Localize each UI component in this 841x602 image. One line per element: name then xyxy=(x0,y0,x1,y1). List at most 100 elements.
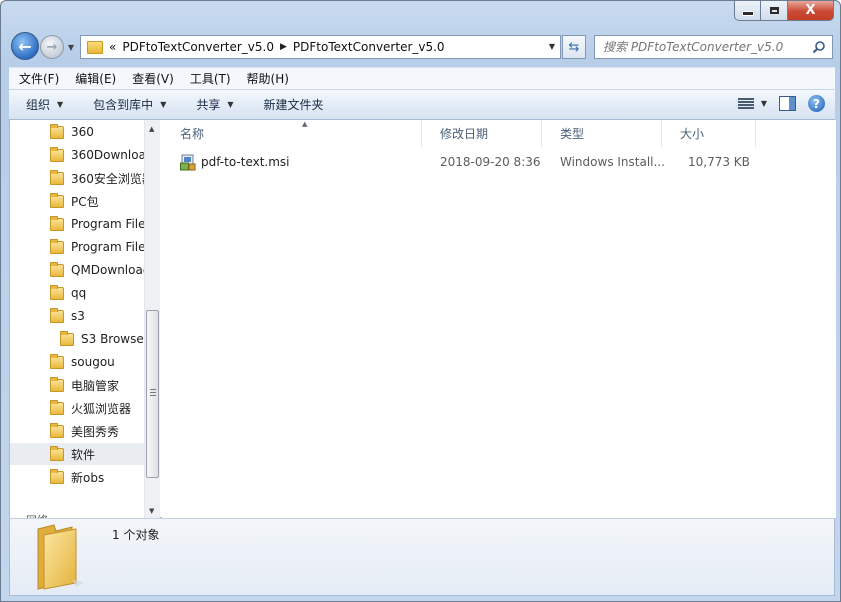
file-modified: 2018-09-20 8:36 xyxy=(440,155,541,169)
grip-icon xyxy=(150,389,156,397)
folder-icon xyxy=(50,146,64,162)
help-icon[interactable]: ? xyxy=(808,95,825,112)
maximize-button[interactable] xyxy=(761,1,788,21)
minimize-icon xyxy=(741,11,754,16)
folder-icon xyxy=(50,376,64,392)
minimize-button[interactable] xyxy=(734,1,761,21)
scroll-down-icon[interactable]: ▼ xyxy=(149,507,154,515)
tree-item[interactable]: PC包 xyxy=(10,190,146,212)
tree-item-label: 电脑管家 xyxy=(71,378,120,393)
back-button[interactable]: ← xyxy=(11,32,39,60)
details-view-icon xyxy=(737,97,754,110)
preview-pane-icon[interactable] xyxy=(779,96,796,111)
tree-item[interactable]: 软件 xyxy=(10,443,146,465)
tree-item[interactable]: qq xyxy=(10,282,146,304)
tree-item-label: Program Files xyxy=(71,217,146,231)
chevron-down-icon: ▼ xyxy=(160,100,167,109)
folder-icon xyxy=(87,40,103,54)
folder-icon xyxy=(50,468,64,484)
tree-item[interactable]: Program Files xyxy=(10,213,146,235)
tree-item-label: 火狐浏览器 xyxy=(71,401,132,416)
tree-item-label: 360安全浏览器下载 xyxy=(71,171,146,186)
tree-item[interactable]: 美图秀秀 xyxy=(10,420,146,442)
chevron-down-icon: ▼ xyxy=(67,42,75,52)
file-type: Windows Install... xyxy=(560,155,665,169)
column-header-modified[interactable]: 修改日期 xyxy=(422,120,542,147)
tree-item[interactable]: Program Files (x86) xyxy=(10,236,146,258)
column-type-label: 类型 xyxy=(560,127,585,141)
share-button[interactable]: 共享 ▼ xyxy=(196,96,233,113)
table-row[interactable]: pdf-to-text.msi 2018-09-20 8:36 Windows … xyxy=(162,153,836,173)
address-bar[interactable]: « PDFtoTextConverter_v5.0 ▶ PDFtoTextCon… xyxy=(80,35,561,59)
share-label: 共享 xyxy=(196,98,221,112)
change-view-button[interactable]: ▼ xyxy=(737,97,767,110)
tree-item[interactable]: 360 xyxy=(10,121,146,143)
content-area: 360 360Downloads 360安全浏览器下载 PC包 Program File… xyxy=(9,120,836,518)
tree-item-label: 360 xyxy=(71,125,94,139)
close-button[interactable]: X xyxy=(788,1,834,21)
breadcrumb-item[interactable]: PDFtoTextConverter_v5.0 xyxy=(122,40,274,54)
breadcrumb-item[interactable]: PDFtoTextConverter_v5.0 xyxy=(293,40,445,54)
navigation-scrollbar[interactable]: ▲ ▼ xyxy=(144,120,160,518)
msi-installer-icon xyxy=(180,154,196,171)
breadcrumb-overflow[interactable]: « xyxy=(109,40,116,54)
forward-arrow-icon: → xyxy=(46,39,58,55)
column-header-name[interactable]: 名称 xyxy=(162,120,422,147)
folder-icon xyxy=(50,215,64,231)
tree-item[interactable]: 火狐浏览器 xyxy=(10,397,146,419)
menu-file[interactable]: 文件(F) xyxy=(19,70,59,87)
tree-item[interactable]: 360安全浏览器下载 xyxy=(10,167,146,189)
refresh-button[interactable]: ⇆ xyxy=(562,35,586,59)
chevron-down-icon: ▼ xyxy=(760,99,767,108)
folder-icon xyxy=(50,169,64,185)
include-in-library-button[interactable]: 包含到库中 ▼ xyxy=(93,96,166,113)
column-size-label: 大小 xyxy=(680,127,705,141)
breadcrumb: « PDFtoTextConverter_v5.0 ▶ PDFtoTextCon… xyxy=(109,40,445,54)
command-bar: 组织 ▼ 包含到库中 ▼ 共享 ▼ 新建文件夹 ▼ ? xyxy=(9,89,835,120)
column-header-size[interactable]: 大小 xyxy=(662,120,756,147)
tree-item[interactable]: sougou xyxy=(10,351,146,373)
tree-item[interactable]: S3 Browser xyxy=(10,328,146,350)
recent-pages-dropdown[interactable]: ▼ xyxy=(65,41,77,53)
folder-icon xyxy=(50,261,64,277)
menu-help[interactable]: 帮助(H) xyxy=(247,70,289,87)
menu-view[interactable]: 查看(V) xyxy=(132,70,174,87)
search-icon[interactable] xyxy=(812,40,826,54)
folder-icon xyxy=(50,422,64,438)
new-folder-button[interactable]: 新建文件夹 xyxy=(264,96,324,113)
tree-item-label: qq xyxy=(71,286,87,300)
new-folder-label: 新建文件夹 xyxy=(263,98,324,112)
close-icon: X xyxy=(805,3,816,18)
tree-item[interactable]: 新obs xyxy=(10,466,146,488)
tree-item[interactable]: 电脑管家 xyxy=(10,374,146,396)
explorer-window: X ← → ▼ « PDFtoTextConverter_v5.0 ▶ PDFt… xyxy=(0,0,841,602)
scrollbar-thumb[interactable] xyxy=(146,310,159,478)
menu-tools[interactable]: 工具(T) xyxy=(190,70,231,87)
chevron-right-icon[interactable]: ▶ xyxy=(280,42,287,52)
folder-icon xyxy=(50,307,64,323)
tree-item-label: QMDownload xyxy=(71,263,146,277)
tree-item[interactable]: 360Downloads xyxy=(10,144,146,166)
tree-item[interactable]: QMDownload xyxy=(10,259,146,281)
details-pane: 1 个对象 xyxy=(9,518,835,596)
tree-item-label: 360Downloads xyxy=(71,148,146,162)
search-input[interactable] xyxy=(603,40,803,54)
tree-item-label: Program Files (x86) xyxy=(71,240,146,254)
folder-icon xyxy=(50,445,64,461)
folder-icon xyxy=(50,123,64,139)
forward-button[interactable]: → xyxy=(40,35,64,59)
column-header-type[interactable]: 类型 xyxy=(542,120,662,147)
tree-item[interactable]: s3 xyxy=(10,305,146,327)
include-in-library-label: 包含到库中 xyxy=(93,98,154,112)
tree-item-label: PC包 xyxy=(71,194,99,209)
scroll-up-icon[interactable]: ▲ xyxy=(149,125,154,133)
sort-ascending-icon: ▲ xyxy=(302,120,308,128)
menu-edit[interactable]: 编辑(E) xyxy=(75,70,116,87)
organize-label: 组织 xyxy=(26,98,51,112)
organize-button[interactable]: 组织 ▼ xyxy=(26,96,63,113)
file-name: pdf-to-text.msi xyxy=(201,155,290,169)
file-list: 名称 ▲ 修改日期 类型 大小 pdf-to-text.msi 2018-09-… xyxy=(162,120,836,518)
address-dropdown-icon[interactable]: ▼ xyxy=(549,42,555,51)
search-box xyxy=(594,35,833,59)
folder-icon xyxy=(50,192,64,208)
